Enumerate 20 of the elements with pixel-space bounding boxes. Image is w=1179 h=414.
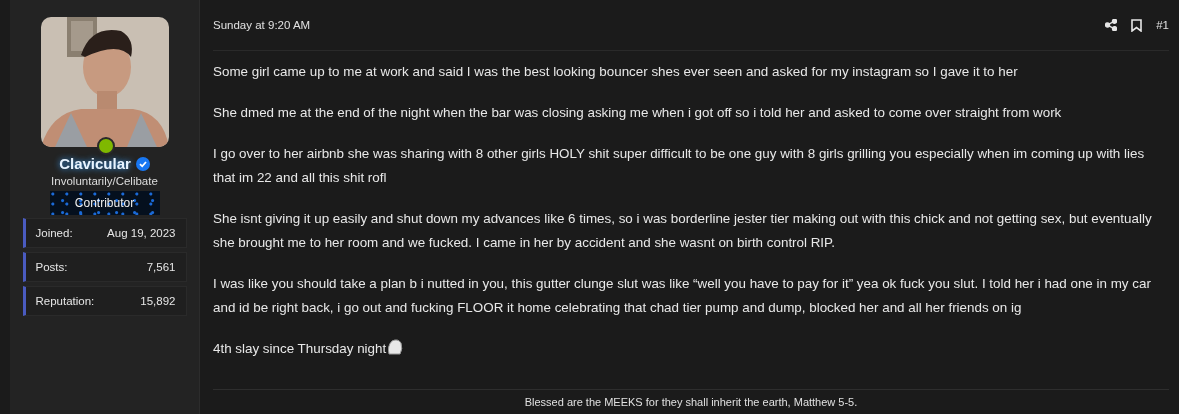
username[interactable]: Clavicular [59, 155, 131, 172]
post-number-link[interactable]: #1 [1156, 19, 1169, 31]
post-paragraph: She isnt giving it up easily and shut down my advances like 6 times, so i was borderline jester tier making out with this chick and not getting sex, but eventually she brought me to her room and we fucked. I came in her by accident and she wasnt on birth control RIP. [213, 210, 1153, 252]
post-paragraph: 4th slay since Thursday night [213, 337, 1169, 361]
share-icon[interactable] [1105, 19, 1118, 31]
post-date[interactable]: Sunday at 9:20 AM [213, 19, 311, 31]
stat-label: Reputation: [35, 295, 95, 307]
post-paragraph: I was like you should take a plan b i nutted in you, this gutter clunge slut was like “well you have to pay for it” yea ok fuck you slut. I told her i had one in my car and id be right back, i go out and fucking FLOOR it home celebrating that chad tier pump and dump, blocked her and all her friends on ig [213, 275, 1152, 317]
bookmark-icon[interactable] [1131, 18, 1143, 32]
user-title: Involuntarily/Celibate [51, 175, 158, 187]
signature: Blessed are the MEEKS for they shall inherit the earth, Matthew 5-5. [213, 389, 1169, 414]
post-paragraph: Some girl came up to me at work and said I was the best looking bouncer shes ever seen and asked for my instagram so I gave it to her [213, 63, 1019, 81]
stat-value: 7,561 [146, 261, 176, 273]
post-paragraph: She dmed me at the end of the night when the bar was closing asking me when i got off so i told her and asked to come over straight from work [213, 104, 1063, 122]
stat-label: Joined: [35, 227, 73, 239]
post-paragraph: I go over to her airbnb she was sharing with 8 other girls HOLY shit super difficult to be one guy with 8 girls grilling you especially when im coming up with lies that im 22 and all this shit rofl [213, 145, 1146, 187]
user-banner: Contributor [49, 191, 160, 215]
stat-value: 15,892 [140, 295, 176, 307]
stat-label: Posts: [35, 261, 68, 273]
stat-value: Aug 19, 2023 [107, 227, 176, 239]
